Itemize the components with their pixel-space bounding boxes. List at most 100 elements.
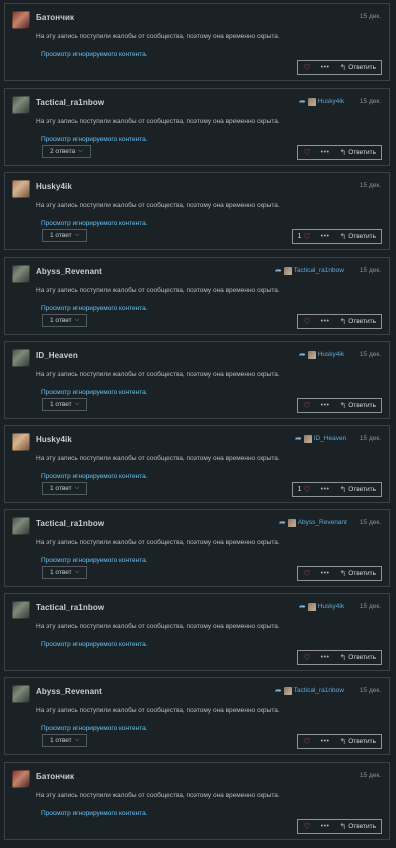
comment-card: Husky4ik 15 дек. На эту запись поступили… — [4, 172, 390, 250]
replies-toggle-button[interactable]: 1 ответ ⌵ — [42, 229, 88, 242]
view-ignored-link[interactable]: Просмотр игнорируемого контента. — [41, 473, 148, 480]
more-icon: ••• — [320, 738, 330, 745]
avatar[interactable] — [12, 180, 30, 198]
reply-button[interactable]: ↰ Ответить — [335, 483, 382, 496]
like-button[interactable]: ♡ — [298, 820, 315, 833]
comment-card: Батончик 15 дек. На эту запись поступили… — [4, 762, 390, 840]
chevron-down-icon: ⌵ — [74, 485, 80, 491]
reply-button[interactable]: ↰ Ответить — [335, 820, 382, 833]
more-button[interactable]: ••• — [316, 483, 335, 496]
avatar[interactable] — [12, 349, 30, 367]
more-icon: ••• — [320, 64, 330, 71]
like-button[interactable]: ♡ — [298, 315, 315, 328]
view-ignored-link[interactable]: Просмотр игнорируемого контента. — [41, 641, 148, 648]
comment-author[interactable]: Abyss_Revenant — [36, 687, 102, 696]
view-ignored-link[interactable]: Просмотр игнорируемого контента. — [41, 557, 148, 564]
replies-toggle-button[interactable]: 1 ответ ⌵ — [42, 314, 88, 327]
reply-arrow-icon: ➦ — [275, 266, 282, 275]
view-ignored-link[interactable]: Просмотр игнорируемого контента. — [41, 136, 148, 143]
view-ignored-link[interactable]: Просмотр игнорируемого контента. — [41, 305, 148, 312]
reply-to-link[interactable]: ➦ Abyss_Revenant — [279, 518, 347, 527]
heart-icon: ♡ — [303, 232, 311, 241]
avatar[interactable] — [12, 433, 30, 451]
comment-author[interactable]: Husky4ik — [36, 435, 72, 444]
view-ignored-link[interactable]: Просмотр игнорируемого контента. — [41, 51, 148, 58]
more-button[interactable]: ••• — [316, 399, 335, 412]
replies-toggle-button[interactable]: 2 ответа ⌵ — [42, 145, 91, 158]
comment-date: 15 дек. — [359, 13, 381, 20]
replies-toggle-button[interactable]: 1 ответ ⌵ — [42, 566, 88, 579]
like-button[interactable]: ♡ — [298, 651, 315, 664]
comment-actions: ♡ ••• ↰ Ответить — [297, 819, 382, 834]
like-button[interactable]: 1 ♡ — [293, 483, 316, 496]
view-ignored-link[interactable]: Просмотр игнорируемого контента. — [41, 810, 148, 817]
avatar[interactable] — [12, 770, 30, 788]
comment-author[interactable]: ID_Heaven — [36, 351, 78, 360]
avatar[interactable] — [12, 11, 30, 29]
view-ignored-link[interactable]: Просмотр игнорируемого контента. — [41, 220, 148, 227]
reply-button[interactable]: ↰ Ответить — [335, 651, 382, 664]
reply-to-link[interactable]: ➦ Tactical_ra1nbow — [275, 686, 344, 695]
like-button[interactable]: 1 ♡ — [293, 230, 316, 243]
chevron-down-icon: ⌵ — [74, 737, 80, 743]
avatar[interactable] — [12, 265, 30, 283]
reply-button[interactable]: ↰ Ответить — [335, 230, 382, 243]
reply-button[interactable]: ↰ Ответить — [335, 61, 382, 74]
like-button[interactable]: ♡ — [298, 735, 315, 748]
comment-author[interactable]: Tactical_ra1nbow — [36, 519, 104, 528]
avatar[interactable] — [12, 685, 30, 703]
comment-actions: ♡ ••• ↰ Ответить — [297, 734, 382, 749]
comment-actions: 1 ♡ ••• ↰ Ответить — [291, 229, 382, 244]
reply-button[interactable]: ↰ Ответить — [335, 735, 382, 748]
reply-button[interactable]: ↰ Ответить — [335, 146, 382, 159]
replies-toggle-button[interactable]: 1 ответ ⌵ — [42, 398, 88, 411]
reply-button[interactable]: ↰ Ответить — [335, 567, 382, 580]
reply-button[interactable]: ↰ Ответить — [335, 399, 382, 412]
more-button[interactable]: ••• — [316, 651, 335, 664]
hidden-notice: На эту запись поступили жалобы от сообще… — [36, 792, 280, 799]
comment-author[interactable]: Husky4ik — [36, 182, 72, 191]
like-button[interactable]: ♡ — [298, 399, 315, 412]
replies-toggle-button[interactable]: 1 ответ ⌵ — [42, 734, 88, 747]
comment-date: 15 дек. — [359, 182, 381, 189]
avatar[interactable] — [12, 96, 30, 114]
like-button[interactable]: ♡ — [298, 567, 315, 580]
reply-to-link[interactable]: ➦ ID_Heaven — [295, 434, 346, 443]
more-button[interactable]: ••• — [316, 735, 335, 748]
hidden-notice: На эту запись поступили жалобы от сообще… — [36, 707, 280, 714]
reply-to-name: Abyss_Revenant — [297, 519, 347, 526]
comment-author[interactable]: Tactical_ra1nbow — [36, 98, 104, 107]
hidden-notice: На эту запись поступили жалобы от сообще… — [36, 118, 280, 125]
more-button[interactable]: ••• — [316, 820, 335, 833]
reply-to-name: Tactical_ra1nbow — [293, 687, 344, 694]
comment-author[interactable]: Abyss_Revenant — [36, 267, 102, 276]
like-button[interactable]: ♡ — [298, 146, 315, 159]
hidden-notice: На эту запись поступили жалобы от сообще… — [36, 539, 280, 546]
reply-button[interactable]: ↰ Ответить — [335, 315, 382, 328]
reply-arrow-icon: ➦ — [279, 518, 286, 527]
more-button[interactable]: ••• — [316, 230, 335, 243]
more-button[interactable]: ••• — [316, 315, 335, 328]
comment-card: Tactical_ra1nbow ➦ Husky4ik 15 дек. На э… — [4, 593, 390, 671]
more-button[interactable]: ••• — [316, 146, 335, 159]
comment-author[interactable]: Батончик — [36, 772, 74, 781]
hidden-notice: На эту запись поступили жалобы от сообще… — [36, 202, 280, 209]
reply-to-link[interactable]: ➦ Husky4ik — [299, 602, 344, 611]
reply-label: Ответить — [348, 64, 376, 71]
more-button[interactable]: ••• — [316, 61, 335, 74]
reply-to-link[interactable]: ➦ Tactical_ra1nbow — [275, 266, 344, 275]
view-ignored-link[interactable]: Просмотр игнорируемого контента. — [41, 725, 148, 732]
like-button[interactable]: ♡ — [298, 61, 315, 74]
comment-author[interactable]: Tactical_ra1nbow — [36, 603, 104, 612]
avatar[interactable] — [12, 517, 30, 535]
more-icon: ••• — [320, 654, 330, 661]
more-button[interactable]: ••• — [316, 567, 335, 580]
comment-date: 15 дек. — [359, 603, 381, 610]
avatar[interactable] — [12, 601, 30, 619]
view-ignored-link[interactable]: Просмотр игнорируемого контента. — [41, 389, 148, 396]
comment-author[interactable]: Батончик — [36, 13, 74, 22]
reply-to-link[interactable]: ➦ Husky4ik — [299, 97, 344, 106]
replies-toggle-button[interactable]: 1 ответ ⌵ — [42, 482, 88, 495]
reply-to-link[interactable]: ➦ Husky4ik — [299, 350, 344, 359]
replies-count: 1 ответ — [50, 737, 72, 744]
